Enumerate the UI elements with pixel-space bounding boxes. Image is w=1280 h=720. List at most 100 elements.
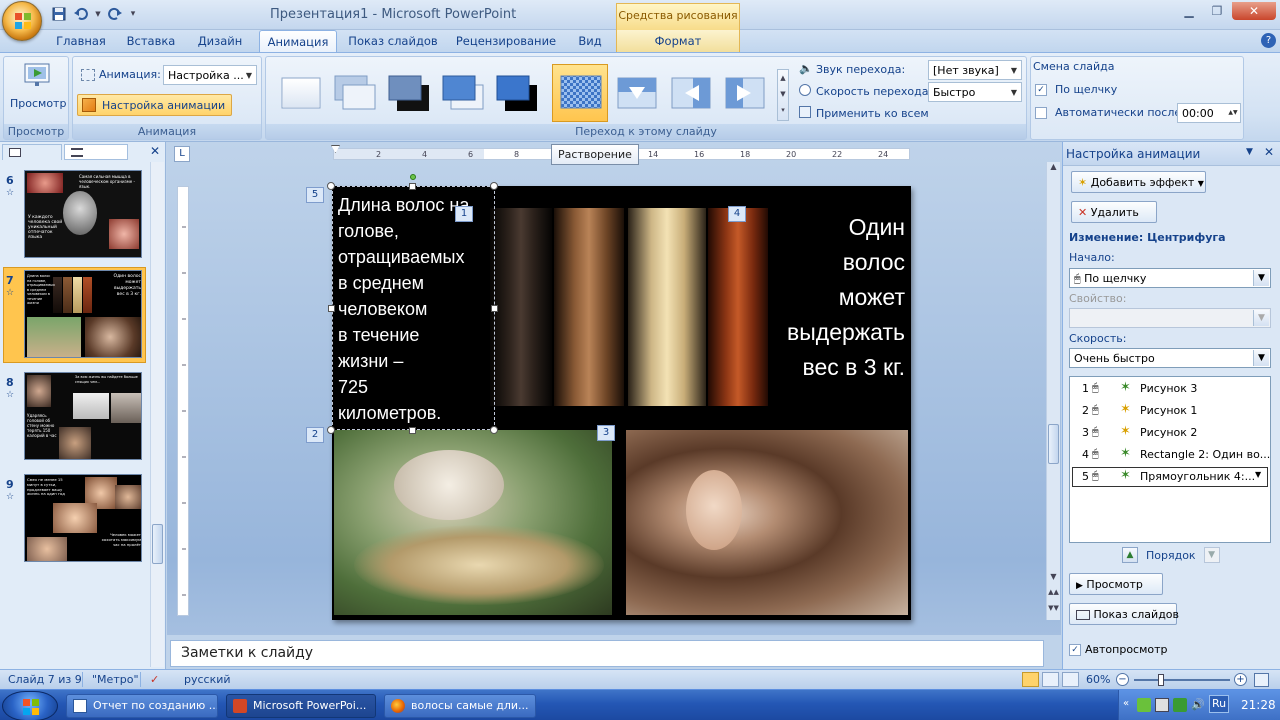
undo-dropdown-icon[interactable]: ▼ [94,5,102,23]
speed-combo[interactable]: Быстро ▼ [928,82,1022,102]
transition-push-down[interactable] [612,70,662,118]
resize-handle[interactable] [490,426,498,434]
slide-thumbnail-6[interactable]: У каждого человека свой уникальный отпеч… [24,170,142,258]
animation-combo[interactable]: Настройка ... ▼ [163,65,257,85]
slide-7[interactable]: Один волос может выдержать вес в 3 кг. Д… [332,186,911,620]
on-click-checkbox[interactable]: ✓ По щелчку [1035,83,1117,96]
animation-list-item-selected[interactable]: 5 🖱 ✶ Прямоугольник 4:... ▼ [1072,467,1268,487]
customize-qat-icon[interactable]: ▾ [128,5,138,23]
transition-none[interactable] [276,70,326,118]
tab-animation[interactable]: Анимация [259,30,337,52]
minimize-icon[interactable]: ▁ [1176,2,1202,20]
auto-advance-time[interactable]: 00:00 ▲▼ [1177,103,1241,123]
tab-home[interactable]: Главная [48,30,114,52]
resize-handle[interactable] [490,182,498,190]
speed-combo[interactable]: Очень быстро ▼ [1069,348,1271,368]
language-indicator[interactable]: русский [184,673,231,686]
zoom-in-icon[interactable]: + [1234,673,1247,686]
animation-order-tag[interactable]: 1 [455,206,473,222]
transition-push-right[interactable] [720,70,770,118]
animation-list-item[interactable]: 4 🖱 ✶ Rectangle 2: Один во... [1072,445,1270,465]
taskbar-item-word[interactable]: Отчет по созданию ... [66,694,218,718]
animation-list-item[interactable]: 2 🖱 ✶ Рисунок 1 [1072,401,1268,421]
tab-stop-selector[interactable]: L [174,146,190,162]
sound-combo[interactable]: [Нет звука] ▼ [928,60,1022,80]
tab-slides[interactable] [2,144,62,160]
next-slide-icon[interactable]: ▼▼ [1047,604,1060,618]
tab-review[interactable]: Рецензирование [450,30,562,52]
spellcheck-icon[interactable]: ✓ [150,673,159,686]
tray-app-icon[interactable] [1173,698,1187,712]
left-textbox[interactable]: Длина волос на голове, отращиваемых в ср… [332,186,495,430]
animation-list-item[interactable]: 1 🖱 ✶ Рисунок 3 [1072,379,1268,399]
hair-photo-brown[interactable] [554,208,624,406]
redo-icon[interactable] [106,5,124,23]
undo-icon[interactable] [72,5,90,23]
close-icon[interactable]: ✕ [1232,2,1276,20]
resize-handle[interactable] [327,182,335,190]
tab-view[interactable]: Вид [570,30,610,52]
previous-slide-icon[interactable]: ▲▲ [1047,588,1060,602]
tab-insert[interactable]: Вставка [118,30,184,52]
office-button[interactable] [2,1,42,41]
notes-pane[interactable]: Заметки к слайду [170,640,1044,667]
pane-menu-icon[interactable]: ▼ [1246,147,1253,157]
slides-pane-scrollbar[interactable] [150,162,164,667]
couple-photo[interactable] [334,430,612,615]
volume-icon[interactable]: 🔊 [1191,698,1205,712]
scroll-thumb[interactable] [1048,424,1059,464]
sorter-view-icon[interactable] [1042,672,1059,687]
rotate-handle[interactable] [410,174,416,180]
animation-order-tag[interactable]: 4 [728,206,746,222]
slideshow-view-icon[interactable] [1062,672,1079,687]
resize-handle[interactable] [327,426,335,434]
slide-thumbnail-8[interactable]: Ударяясь головой об стену можно терять 1… [24,372,142,460]
autopreview-checkbox[interactable]: ✓ Автопросмотр [1069,643,1168,656]
move-up-icon[interactable]: ▲ [1122,547,1138,563]
zoom-level[interactable]: 60% [1086,673,1110,686]
resize-handle[interactable] [409,183,416,190]
animation-list[interactable]: 1 🖱 ✶ Рисунок 3 2 🖱 ✶ Рисунок 1 3 🖱 ✶ Ри… [1069,376,1271,543]
zoom-out-icon[interactable]: − [1116,673,1129,686]
clock[interactable]: 21:28 [1241,698,1276,712]
woman-photo[interactable] [626,430,908,615]
tab-outline[interactable] [64,144,128,160]
resize-handle[interactable] [328,305,335,312]
resize-handle[interactable] [409,427,416,434]
play-button[interactable]: ▶ Просмотр [1069,573,1163,595]
zoom-slider-thumb[interactable] [1158,674,1164,686]
chevron-down-icon[interactable]: ▼ [1255,470,1261,479]
vertical-ruler[interactable] [177,186,189,616]
start-button[interactable] [2,691,58,720]
fit-slide-icon[interactable] [1254,673,1269,687]
slide-thumbnail-9[interactable]: Смех не менее 15 минут в сутки, продлева… [24,474,142,562]
hair-photo-black[interactable] [490,208,552,406]
move-down-icon[interactable]: ▼ [1203,547,1220,563]
custom-animation-button[interactable]: Настройка анимации [77,94,233,116]
normal-view-icon[interactable] [1022,672,1039,687]
remove-button[interactable]: ✕ Удалить [1071,201,1157,223]
transition-cut[interactable] [438,70,488,118]
add-effect-button[interactable]: ✶ Добавить эффект ▼ [1071,171,1206,193]
transition-fade-black[interactable] [384,70,434,118]
network-icon[interactable] [1155,698,1169,712]
restore-icon[interactable]: ❐ [1204,2,1230,20]
scroll-thumb[interactable] [152,524,163,564]
hair-photo-blonde[interactable] [628,208,706,406]
tray-app-icon[interactable] [1137,698,1151,712]
animation-order-tag[interactable]: 3 [597,425,615,441]
transition-fade-smooth[interactable] [330,70,380,118]
taskbar-item-powerpoint[interactable]: Microsoft PowerPoi... [226,694,376,718]
transition-dissolve[interactable] [552,64,608,122]
gallery-scroll[interactable]: ▲ ▼ ▾ [777,69,789,121]
taskbar-item-firefox[interactable]: волосы самые дли... [384,694,536,718]
preview-button[interactable]: Просмотр [10,59,66,119]
show-hidden-icon[interactable]: « [1123,698,1133,712]
animation-order-tag[interactable]: 5 [306,187,324,203]
tab-design[interactable]: Дизайн [190,30,250,52]
start-combo[interactable]: 🖱 По щелчку ▼ [1069,268,1271,288]
right-textbox[interactable]: Один волос может выдержать вес в 3 кг. [787,210,905,385]
hair-photo-red[interactable] [708,208,768,406]
animation-list-item[interactable]: 3 🖱 ✶ Рисунок 2 [1072,423,1268,443]
language-button[interactable]: Ru [1209,695,1229,713]
